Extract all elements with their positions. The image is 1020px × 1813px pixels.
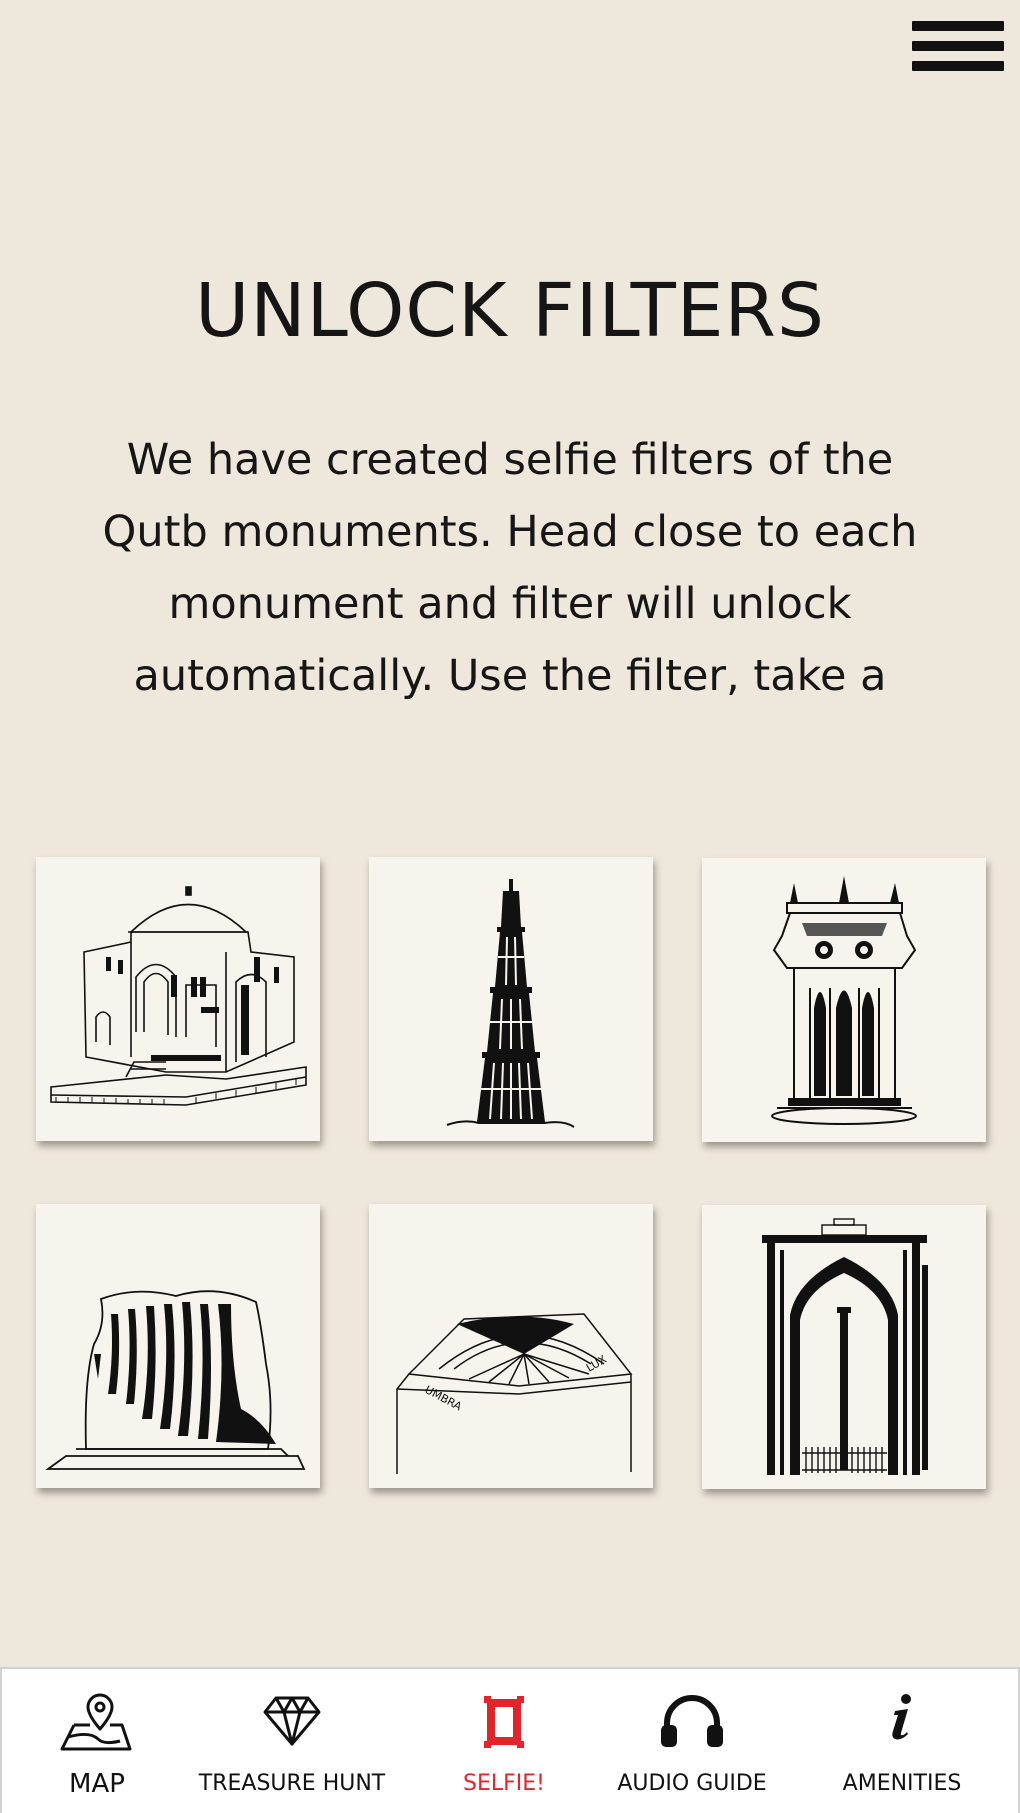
- nav-label-amenities: AMENITIES: [842, 1771, 962, 1796]
- sundial-illustration: UMBRA LUX: [396, 1313, 633, 1474]
- nav-label-map: MAP: [69, 1769, 125, 1799]
- nav-item-treasure-hunt[interactable]: TREASURE HUNT: [194, 1669, 390, 1813]
- nav-item-map[interactable]: MAP: [22, 1669, 172, 1813]
- diamond-icon: [263, 1696, 321, 1746]
- filter-tile-sundial[interactable]: UMBRA LUX: [369, 1204, 653, 1488]
- nav-item-audio-guide[interactable]: AUDIO GUIDE: [607, 1669, 777, 1813]
- filter-tile-qutb-minar[interactable]: [369, 857, 653, 1141]
- hamburger-icon-line: [912, 41, 1004, 51]
- page-title: UNLOCK FILTERS: [195, 268, 825, 354]
- hamburger-icon-line: [912, 61, 1004, 71]
- alai-minar-illustration: [45, 1290, 306, 1470]
- map-pin-icon: [60, 1693, 132, 1751]
- nav-label-selfie: SELFIE!: [463, 1771, 545, 1796]
- nav-label-audio-guide: AUDIO GUIDE: [617, 1771, 767, 1796]
- nav-item-selfie[interactable]: SELFIE!: [432, 1669, 576, 1813]
- selfie-frame-icon: [484, 1696, 524, 1748]
- info-icon: [892, 1694, 911, 1740]
- bottom-navigation: MAP TREASURE HUNT SELFIE! AUDIO GUIDE AM…: [0, 1667, 1020, 1813]
- page-description: We have created selfie filters of the Qu…: [102, 435, 918, 701]
- filter-tile-iron-pillar[interactable]: [702, 1205, 986, 1489]
- filter-tile-alai-minar[interactable]: [36, 1204, 320, 1488]
- iron-pillar-gate-illustration: [762, 1218, 928, 1475]
- pavilion-illustration: [771, 876, 917, 1125]
- qutb-minar-illustration: [446, 879, 575, 1128]
- hamburger-icon: [912, 21, 1004, 31]
- svg-text:LUX: LUX: [584, 1353, 609, 1375]
- tomb-illustration: [50, 886, 307, 1106]
- filter-tile-tomb[interactable]: [36, 857, 320, 1141]
- filter-tile-pavilion[interactable]: [702, 858, 986, 1142]
- svg-text:UMBRA: UMBRA: [423, 1383, 465, 1413]
- nav-item-amenities[interactable]: AMENITIES: [822, 1669, 982, 1813]
- menu-button[interactable]: [912, 18, 1004, 72]
- headphones-icon: [661, 1695, 723, 1747]
- nav-label-treasure-hunt: TREASURE HUNT: [198, 1771, 386, 1796]
